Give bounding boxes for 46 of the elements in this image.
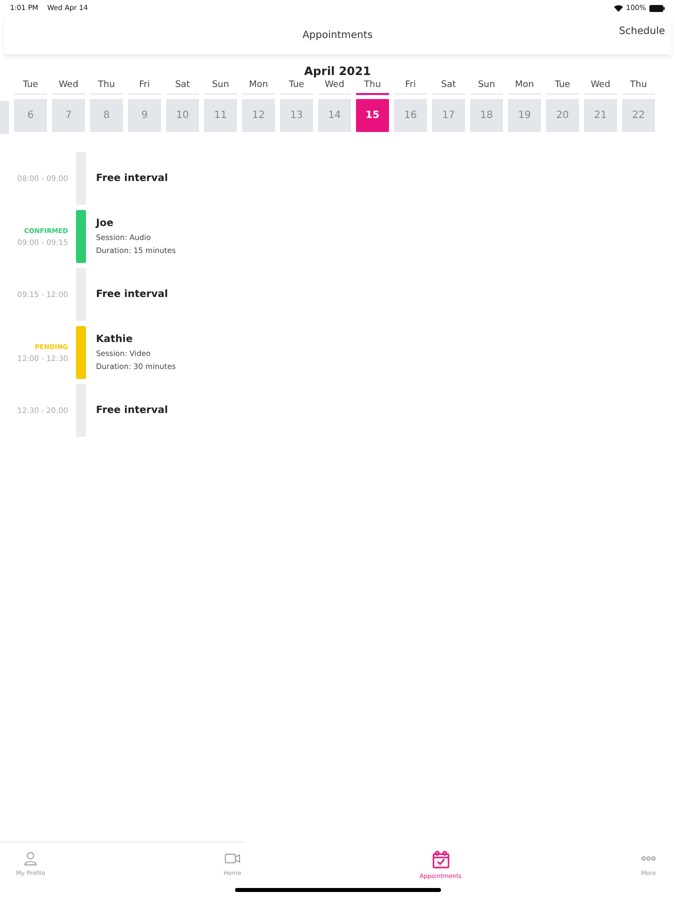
weekday-label: Sat <box>432 78 465 95</box>
weekday-label: Thu <box>90 78 123 95</box>
date-cell[interactable]: 20 <box>546 99 579 132</box>
date-cell[interactable]: 14 <box>318 99 351 132</box>
battery-icon <box>649 4 665 12</box>
schedule-button[interactable]: Schedule <box>619 26 671 44</box>
date-cell[interactable]: 9 <box>128 99 161 132</box>
weekday-label: Tue <box>546 78 579 95</box>
date-cell[interactable]: 6 <box>14 99 47 132</box>
date-cell[interactable]: 17 <box>432 99 465 132</box>
date-cell[interactable]: 12 <box>242 99 275 132</box>
weekday-label: Mon <box>508 78 541 95</box>
interval-title: Free interval <box>96 289 168 300</box>
date-cell[interactable]: 15 <box>356 99 389 132</box>
weekday-label: Wed <box>318 78 351 95</box>
date-cell[interactable]: 16 <box>394 99 427 132</box>
date-cell[interactable]: 18 <box>470 99 503 132</box>
calendar-check-icon <box>430 850 451 870</box>
interval-title: Free interval <box>96 405 168 416</box>
wifi-icon <box>614 4 623 12</box>
date-cell[interactable]: 19 <box>508 99 541 132</box>
date-cell[interactable]: 13 <box>280 99 313 132</box>
weekday-label: Fri <box>394 78 427 95</box>
weekday-label: Fri <box>128 78 161 95</box>
date-cell[interactable]: 7 <box>52 99 85 132</box>
date-cell[interactable]: 22 <box>622 99 655 132</box>
weekday-label: Thu <box>356 78 389 95</box>
person-icon <box>22 850 40 867</box>
weekday-label: Wed <box>52 78 85 95</box>
weekday-label: Thu <box>622 78 655 95</box>
weekday-label: Sat <box>166 78 199 95</box>
weekday-label: Tue <box>280 78 313 95</box>
weekday-label: Tue <box>14 78 47 95</box>
weekday-label: Sun <box>470 78 503 95</box>
month-title: April 2021 <box>303 64 372 78</box>
date-cell[interactable]: 8 <box>90 99 123 132</box>
date-cell[interactable]: 11 <box>204 99 237 132</box>
nav-title: Appointments <box>302 30 373 40</box>
interval-title: Free interval <box>96 173 168 184</box>
weekday-label: Wed <box>584 78 617 95</box>
client-name: Joe <box>96 218 114 229</box>
client-name: Kathie <box>96 334 134 345</box>
date-cell[interactable]: 10 <box>166 99 199 132</box>
weekday-label: Mon <box>242 78 275 95</box>
date-cell[interactable]: 21 <box>584 99 617 132</box>
weekday-label: Sun <box>204 78 237 95</box>
